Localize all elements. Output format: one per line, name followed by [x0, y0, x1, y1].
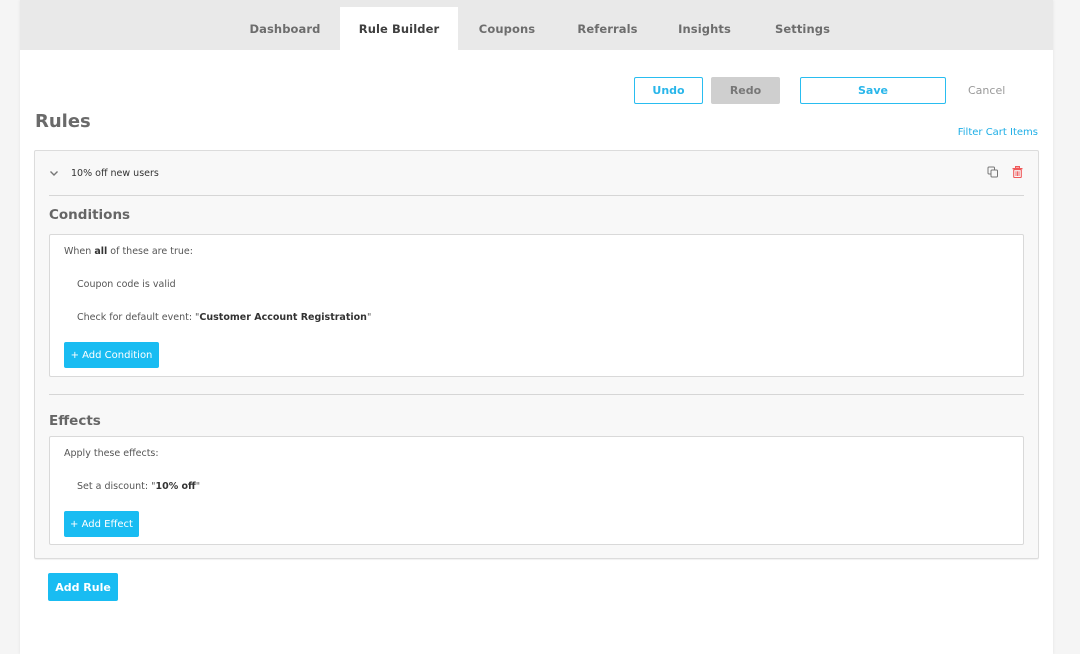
divider [49, 394, 1024, 395]
conditions-box: When all of these are true: Coupon code … [49, 234, 1024, 377]
filter-cart-items-link[interactable]: Filter Cart Items [958, 127, 1038, 138]
rule-header: 10% off new users [49, 165, 1024, 181]
tab-coupons[interactable]: Coupons [467, 7, 547, 50]
rule-card: 10% off new users Conditions When all of… [34, 150, 1039, 559]
tab-settings[interactable]: Settings [760, 7, 845, 50]
save-button[interactable]: Save [800, 77, 946, 104]
condition-item[interactable]: Check for default event: "Customer Accou… [77, 312, 371, 323]
add-rule-button[interactable]: Add Rule [48, 573, 118, 601]
redo-button[interactable]: Redo [711, 77, 780, 104]
condition-item[interactable]: Coupon code is valid [77, 279, 176, 290]
rule-actions [986, 165, 1024, 179]
main-panel: Dashboard Rule Builder Coupons Referrals… [20, 0, 1053, 654]
add-effect-button[interactable]: + Add Effect [64, 511, 139, 537]
tab-dashboard[interactable]: Dashboard [235, 7, 335, 50]
effect-item[interactable]: Set a discount: "10% off" [77, 481, 200, 492]
conditions-intro: When all of these are true: [64, 246, 193, 257]
chevron-down-icon[interactable] [49, 166, 63, 180]
effects-title: Effects [49, 413, 101, 429]
add-condition-button[interactable]: + Add Condition [64, 342, 159, 368]
divider [49, 195, 1024, 196]
effects-intro: Apply these effects: [64, 448, 159, 459]
tab-referrals[interactable]: Referrals [565, 7, 650, 50]
conditions-title: Conditions [49, 207, 131, 223]
tab-insights[interactable]: Insights [667, 7, 742, 50]
trash-icon[interactable] [1010, 165, 1024, 179]
page-title: Rules [35, 111, 91, 132]
rule-name[interactable]: 10% off new users [71, 168, 159, 179]
copy-icon[interactable] [986, 165, 1000, 179]
cancel-button[interactable]: Cancel [968, 84, 1005, 97]
top-nav: Dashboard Rule Builder Coupons Referrals… [20, 0, 1053, 50]
undo-button[interactable]: Undo [634, 77, 703, 104]
tab-rule-builder[interactable]: Rule Builder [340, 7, 458, 50]
effects-box: Apply these effects: Set a discount: "10… [49, 436, 1024, 545]
